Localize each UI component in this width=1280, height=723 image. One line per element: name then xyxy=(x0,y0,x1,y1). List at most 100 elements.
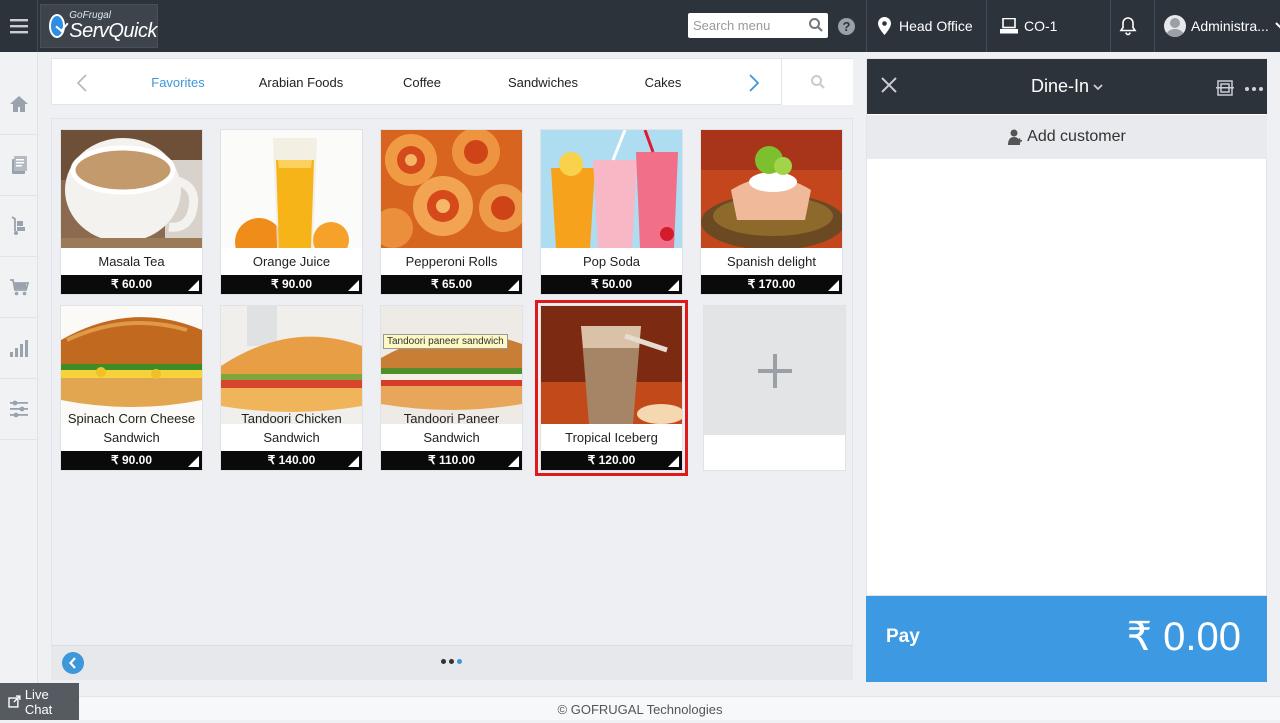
counter-selector[interactable]: CO-1 xyxy=(1000,0,1057,52)
order-panel: Dine-In Add customer xyxy=(866,58,1267,596)
search-icon[interactable] xyxy=(808,17,824,33)
item-price: ₹ 50.00 xyxy=(541,275,682,294)
hamburger-icon xyxy=(9,19,28,34)
tropical-iceberg-image xyxy=(541,306,682,424)
pay-label: Pay xyxy=(886,626,920,647)
add-customer-label: Add customer xyxy=(1027,128,1126,145)
item-price: ₹ 170.00 xyxy=(701,275,842,294)
page-dot-active[interactable] xyxy=(457,659,462,664)
item-name: Tropical Iceberg xyxy=(565,430,658,445)
add-customer-button[interactable]: Add customer xyxy=(867,115,1267,159)
item-price: ₹ 60.00 xyxy=(61,275,202,294)
user-menu[interactable]: Administra... xyxy=(1164,0,1280,52)
item-card-tropical-iceberg[interactable]: Tropical Iceberg ₹ 120.00 xyxy=(535,300,688,476)
item-card-spinach-corn-cheese-sandwich[interactable]: Spinach Corn Cheese Sandwich ₹ 90.00 xyxy=(60,305,203,471)
home-icon xyxy=(10,96,28,112)
item-card-pop-soda[interactable]: Pop Soda ₹ 50.00 xyxy=(540,129,683,295)
chevron-right-icon xyxy=(749,73,759,92)
item-name: Tandoori Paneer Sandwich xyxy=(403,411,500,445)
live-chat-label: Live Chat xyxy=(24,686,53,717)
item-price: ₹ 90.00 xyxy=(221,275,362,294)
pay-button[interactable]: Pay ₹ 0.00 xyxy=(866,596,1267,682)
item-card-masala-tea[interactable]: Masala Tea ₹ 60.00 xyxy=(60,129,203,295)
divider xyxy=(1110,0,1111,52)
user-plus-icon xyxy=(1008,129,1023,145)
item-name: Spanish delight xyxy=(727,254,816,269)
item-card-spanish-delight[interactable]: Spanish delight ₹ 170.00 xyxy=(700,129,843,295)
item-name: Spinach Corn Cheese Sandwich xyxy=(67,411,196,445)
sidebar xyxy=(0,52,38,720)
item-card-tandoori-chicken-sandwich[interactable]: Tandoori Chicken Sandwich ₹ 140.00 xyxy=(220,305,363,471)
category-next-button[interactable] xyxy=(724,59,784,106)
live-chat-button[interactable]: Live Chat xyxy=(0,683,79,720)
order-type-selector[interactable]: Dine-In xyxy=(867,59,1267,114)
avatar xyxy=(1164,15,1186,37)
search-icon xyxy=(810,75,825,89)
category-prev-button[interactable] xyxy=(52,59,112,106)
brand-name: ServQuick xyxy=(69,20,157,42)
grid-pager xyxy=(51,645,853,680)
item-card-pepperoni-rolls[interactable]: Pepperoni Rolls ₹ 65.00 xyxy=(380,129,523,295)
item-card-orange-juice[interactable]: Orange Juice ₹ 90.00 xyxy=(220,129,363,295)
brand-badge-icon xyxy=(49,14,66,38)
divider xyxy=(1154,0,1155,52)
page-dot[interactable] xyxy=(441,659,446,664)
divider xyxy=(986,0,987,52)
menu-search-input[interactable] xyxy=(688,13,798,38)
help-icon[interactable]: ? xyxy=(838,18,855,35)
sidebar-item-orders[interactable] xyxy=(0,135,38,196)
sidebar-item-home[interactable] xyxy=(0,74,38,135)
divider xyxy=(866,0,867,52)
item-price: ₹ 140.00 xyxy=(221,451,362,470)
map-pin-icon xyxy=(878,17,891,35)
bell-icon[interactable] xyxy=(1118,16,1138,36)
category-tab-arabian-foods[interactable]: Arabian Foods xyxy=(241,59,361,106)
add-item-button[interactable] xyxy=(704,306,845,435)
order-type-label: Dine-In xyxy=(1030,76,1090,96)
category-tab-cakes[interactable]: Cakes xyxy=(603,59,723,106)
pos-terminal-icon xyxy=(1000,18,1018,34)
category-tab-sandwiches[interactable]: Sandwiches xyxy=(483,59,603,106)
add-item-card[interactable] xyxy=(703,305,846,471)
category-bar: Favorites Arabian Foods Coffee Sandwiche… xyxy=(51,58,853,105)
item-price: ₹ 110.00 xyxy=(381,451,522,470)
menu-search[interactable] xyxy=(688,13,828,38)
item-name: Pop Soda xyxy=(582,254,641,269)
cart-icon xyxy=(10,279,29,296)
item-card-tandoori-paneer-sandwich[interactable]: Tandoori paneer sandwich Tandoori Paneer… xyxy=(380,305,523,471)
sidebar-item-delivery[interactable] xyxy=(0,196,38,257)
sidebar-item-cart[interactable] xyxy=(0,257,38,318)
more-options-icon[interactable] xyxy=(1245,87,1263,91)
plus-icon xyxy=(757,353,792,388)
location-selector[interactable]: Head Office xyxy=(878,0,973,52)
chevron-down-icon xyxy=(1275,22,1280,29)
footer: © GOFRUGAL Technologies xyxy=(0,696,1280,720)
table-icon[interactable] xyxy=(1216,79,1234,97)
chevron-left-icon xyxy=(69,657,76,669)
category-search-button[interactable] xyxy=(781,59,853,105)
item-name: Tandoori Chicken Sandwich xyxy=(241,411,342,445)
sidebar-item-settings[interactable] xyxy=(0,379,38,440)
sliders-icon xyxy=(10,400,28,418)
item-price: ₹ 65.00 xyxy=(381,275,522,294)
orange-juice-image xyxy=(221,130,362,248)
order-header: Dine-In xyxy=(867,59,1267,114)
page-dots[interactable] xyxy=(441,659,462,664)
pop-soda-image xyxy=(541,130,682,248)
masala-tea-image xyxy=(61,130,202,248)
item-name: Pepperoni Rolls xyxy=(405,254,498,269)
category-tab-coffee[interactable]: Coffee xyxy=(362,59,482,106)
page-dot[interactable] xyxy=(449,659,454,664)
category-tab-favorites[interactable]: Favorites xyxy=(118,59,238,106)
receipt-icon xyxy=(12,156,27,174)
bar-chart-icon xyxy=(10,340,28,357)
brand-logo[interactable]: GoFrugal ServQuick xyxy=(40,4,158,48)
location-label: Head Office xyxy=(899,18,973,34)
page-back-button[interactable] xyxy=(62,652,84,674)
menu-toggle-button[interactable] xyxy=(0,0,38,52)
copyright-text: © GOFRUGAL Technologies xyxy=(557,702,723,717)
top-bar: GoFrugal ServQuick ? Head Office CO-1 Ad… xyxy=(0,0,1280,52)
item-name: Masala Tea xyxy=(98,254,165,269)
sidebar-item-reports[interactable] xyxy=(0,318,38,379)
item-price: ₹ 120.00 xyxy=(541,451,682,470)
